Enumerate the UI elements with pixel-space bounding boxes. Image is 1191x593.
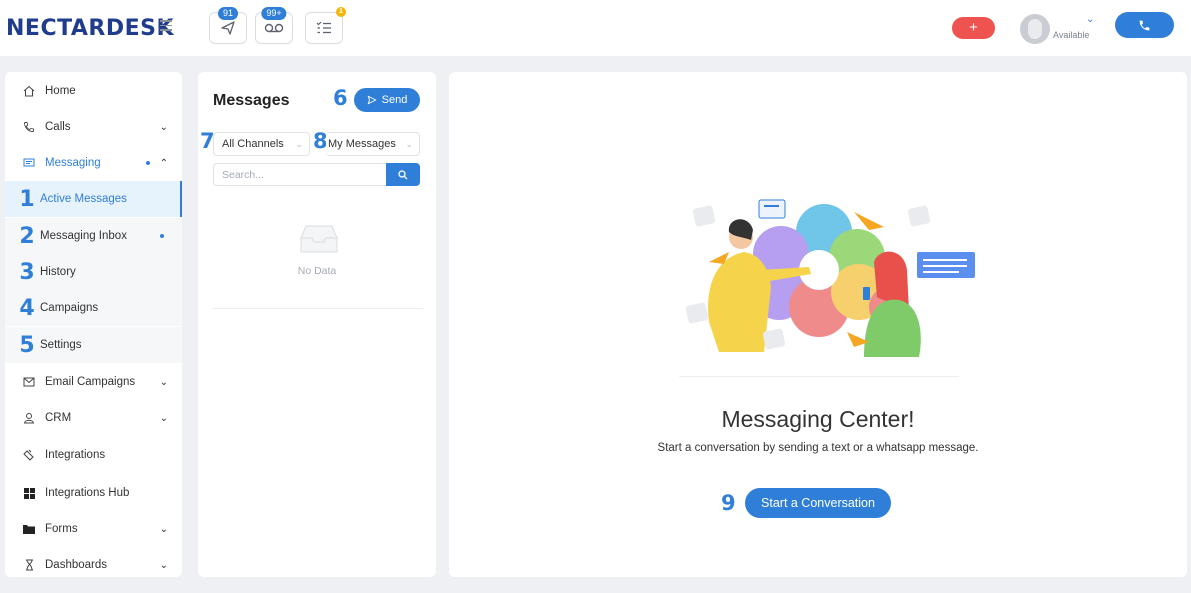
sidebar-item-calls[interactable]: Calls ⌄ <box>5 109 182 145</box>
hourglass-icon <box>22 559 36 571</box>
chevron-down-icon: ⌄ <box>295 138 303 149</box>
unread-dot <box>160 234 164 238</box>
sidebar-item-label: Campaigns <box>40 302 99 314</box>
sidebar-item-forms[interactable]: Forms ⌄ <box>5 511 182 547</box>
envelope-icon <box>22 377 36 387</box>
sidebar-item-messaging[interactable]: Messaging ⌃ <box>5 145 182 181</box>
step-number: 3 <box>19 259 35 285</box>
message-filter-value: My Messages <box>328 138 396 150</box>
home-icon <box>22 85 36 97</box>
voicemail-button[interactable]: 99+ <box>255 7 293 44</box>
sidebar-item-label: Integrations Hub <box>45 487 130 499</box>
send-icon <box>367 95 376 105</box>
search-button[interactable] <box>386 163 420 186</box>
menu-icon[interactable] <box>160 20 172 31</box>
empty-state-text: No Data <box>297 265 337 277</box>
tasks-icon <box>316 21 331 34</box>
top-bar: NECTARDESK 91 99+ 1 + Available ⌄ <box>0 0 1191 56</box>
send-icon <box>221 21 235 35</box>
unread-dot <box>146 161 150 165</box>
sidebar-item-label: Messaging Inbox <box>40 230 127 242</box>
sidebar-item-label: Settings <box>40 339 82 351</box>
divider <box>213 308 423 309</box>
search-icon <box>398 169 408 179</box>
step-number: 9 <box>721 491 736 515</box>
channel-select[interactable]: All Channels ⌄ <box>213 132 310 156</box>
sidebar-item-label: Forms <box>45 523 78 535</box>
step-number: 2 <box>19 223 35 249</box>
chevron-down-icon: ⌄ <box>159 121 168 133</box>
sidebar-subitem-settings[interactable]: 5 Settings <box>5 327 182 363</box>
chevron-down-icon: ⌄ <box>159 412 168 424</box>
sidebar-item-label: Active Messages <box>40 193 127 205</box>
sidebar-item-label: CRM <box>45 412 72 424</box>
sidebar-item-label: History <box>40 266 76 278</box>
voicemail-icon <box>264 23 284 33</box>
main-content: Messaging Center! Start a conversation b… <box>449 72 1187 577</box>
sidebar-item-label: Home <box>45 85 76 97</box>
user-icon <box>22 412 36 424</box>
page-title: Messaging Center! <box>721 406 915 432</box>
send-label: Send <box>381 94 408 106</box>
sidebar-item-email-campaigns[interactable]: Email Campaigns ⌄ <box>5 364 182 400</box>
voicemail-count-badge: 99+ <box>261 7 287 20</box>
sidebar-item-label: Messaging <box>45 157 101 169</box>
outbound-messages-button[interactable]: 91 <box>209 7 247 44</box>
step-number: 5 <box>19 332 35 358</box>
step-number: 6 <box>333 86 348 110</box>
tasks-count-badge: 1 <box>336 7 346 17</box>
sidebar-item-label: Dashboards <box>45 559 108 571</box>
phone-icon <box>22 121 36 133</box>
chevron-down-icon: ⌄ <box>159 559 168 571</box>
logo[interactable]: NECTARDESK <box>6 16 174 41</box>
chevron-down-icon: ⌄ <box>159 376 168 388</box>
sidebar-item-label: Integrations <box>45 449 106 461</box>
sidebar-item-integrations-hub[interactable]: Integrations Hub <box>5 475 182 511</box>
chevron-down-icon: ⌄ <box>405 138 413 149</box>
tasks-button[interactable]: 1 <box>305 7 346 44</box>
search-input[interactable]: Search... <box>213 163 386 186</box>
chevron-up-icon: ⌃ <box>159 157 168 169</box>
chevron-down-icon[interactable]: ⌄ <box>1086 14 1094 25</box>
grid-icon <box>22 487 36 499</box>
add-button[interactable]: + <box>952 17 995 39</box>
sidebar-subitem-active-messages[interactable]: 1 Active Messages <box>5 181 182 217</box>
chevron-down-icon: ⌄ <box>159 523 168 535</box>
sidebar-item-label: Email Campaigns <box>45 376 136 388</box>
sidebar: Home Calls ⌄ Messaging ⌃ 1 Active Messag… <box>5 72 182 577</box>
plug-icon <box>22 449 36 461</box>
channel-select-value: All Channels <box>222 138 284 150</box>
sidebar-item-integrations[interactable]: Integrations <box>5 437 182 473</box>
message-icon <box>22 158 36 169</box>
status-label: Available <box>1053 30 1090 40</box>
messaging-illustration <box>685 199 975 357</box>
dialer-button[interactable] <box>1115 12 1174 38</box>
phone-icon <box>1139 20 1150 30</box>
messages-panel: Messages 6 Send 7 All Channels ⌄ 8 My Me… <box>198 72 436 577</box>
start-conversation-button[interactable]: Start a Conversation <box>745 488 891 518</box>
step-number: 1 <box>19 186 35 212</box>
sidebar-subitem-campaigns[interactable]: 4 Campaigns <box>5 290 182 326</box>
avatar[interactable] <box>1020 14 1050 44</box>
sidebar-item-crm[interactable]: CRM ⌄ <box>5 400 182 436</box>
folder-icon <box>22 524 36 534</box>
empty-inbox-icon <box>300 225 338 253</box>
message-filter-select[interactable]: My Messages ⌄ <box>326 132 420 156</box>
send-button[interactable]: Send <box>354 88 420 112</box>
step-number: 4 <box>19 295 35 321</box>
sidebar-subitem-history[interactable]: 3 History <box>5 254 182 290</box>
outbound-count-badge: 91 <box>217 7 239 20</box>
panel-title: Messages <box>213 92 290 109</box>
sidebar-subitem-messaging-inbox[interactable]: 2 Messaging Inbox <box>5 218 182 254</box>
page-subtitle: Start a conversation by sending a text o… <box>657 442 979 454</box>
sidebar-item-home[interactable]: Home <box>5 73 182 109</box>
sidebar-item-dashboards[interactable]: Dashboards ⌄ <box>5 547 182 577</box>
divider <box>679 376 959 377</box>
sidebar-item-label: Calls <box>45 121 71 133</box>
